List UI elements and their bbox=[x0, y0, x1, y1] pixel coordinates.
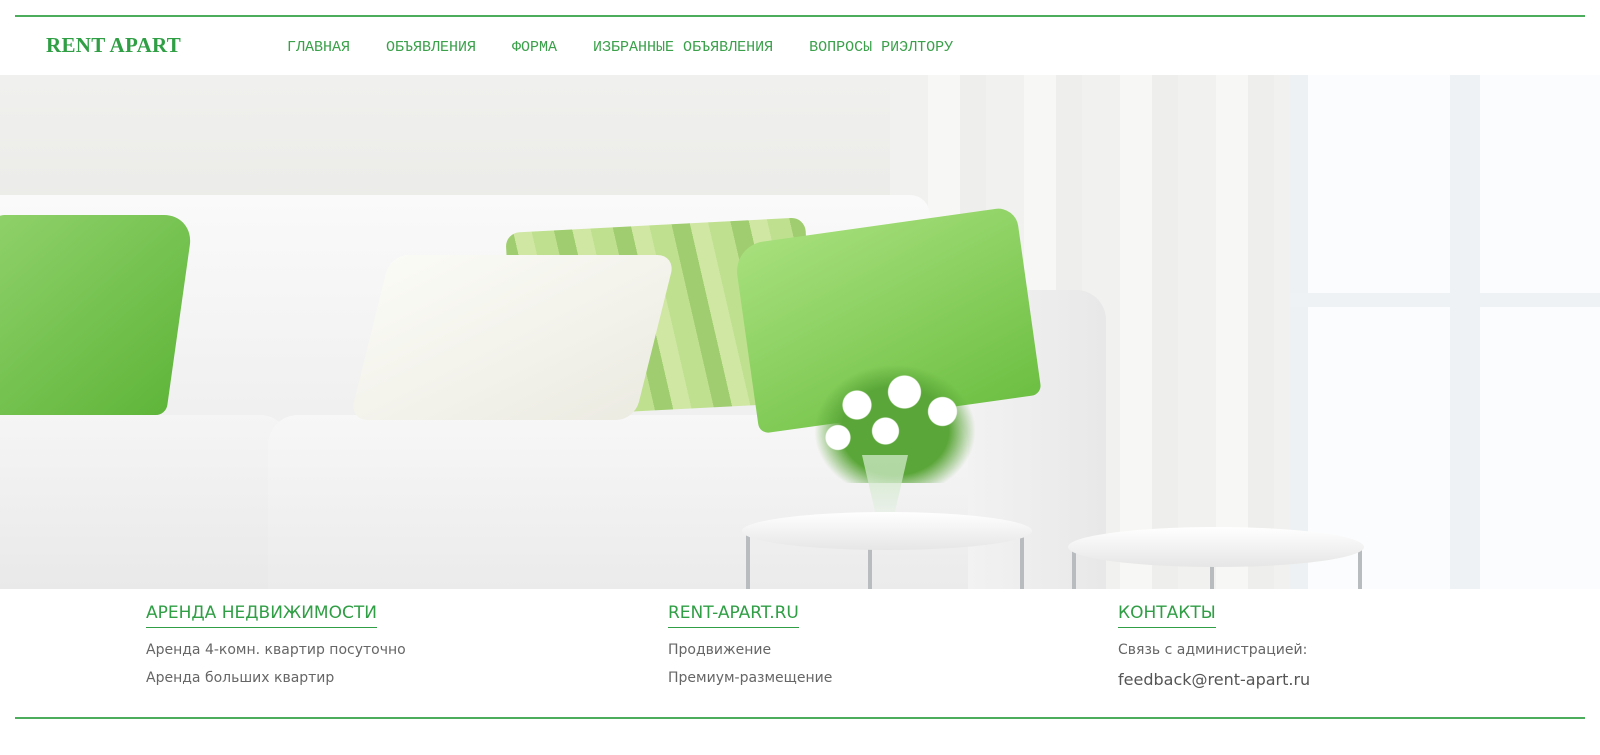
footer-link[interactable]: Премиум-размещение bbox=[668, 670, 832, 686]
table-leg bbox=[1358, 550, 1362, 589]
footer-heading: RENT-APART.RU bbox=[668, 603, 799, 628]
hero-image bbox=[0, 75, 1600, 589]
sofa-seat bbox=[0, 415, 290, 589]
footer-column-site: RENT-APART.RU Продвижение Премиум-размещ… bbox=[668, 603, 832, 686]
table-leg bbox=[868, 545, 872, 589]
nav-home[interactable]: ГЛАВНАЯ bbox=[287, 39, 350, 56]
side-table bbox=[742, 512, 1032, 550]
side-table bbox=[1068, 527, 1364, 567]
main-nav: ГЛАВНАЯ ОБЪЯВЛЕНИЯ ФОРМА ИЗБРАННЫЕ ОБЪЯВ… bbox=[287, 39, 989, 56]
site-logo[interactable]: RENT APART bbox=[46, 33, 181, 58]
nav-realtor-questions[interactable]: ВОПРОСЫ РИЭЛТОРУ bbox=[809, 39, 953, 56]
bottom-divider bbox=[15, 717, 1585, 719]
nav-form[interactable]: ФОРМА bbox=[512, 39, 557, 56]
contact-label: Связь с администрацией: bbox=[1118, 642, 1308, 658]
footer-link[interactable]: Аренда больших квартир bbox=[146, 670, 406, 686]
contact-email[interactable]: feedback@rent-apart.ru bbox=[1118, 670, 1310, 689]
footer-link[interactable]: Аренда 4-комн. квартир посуточно bbox=[146, 642, 406, 658]
window-frame bbox=[1450, 75, 1480, 589]
nav-listings[interactable]: ОБЪЯВЛЕНИЯ bbox=[386, 39, 476, 56]
green-pillow bbox=[0, 215, 195, 415]
table-leg bbox=[1072, 550, 1076, 589]
table-leg bbox=[746, 535, 750, 589]
footer-column-rent: АРЕНДА НЕДВИЖИМОСТИ Аренда 4-комн. кварт… bbox=[146, 603, 406, 686]
table-leg bbox=[1020, 535, 1024, 589]
footer-heading: КОНТАКТЫ bbox=[1118, 603, 1216, 628]
window-frame bbox=[1290, 75, 1308, 589]
nav-favorites[interactable]: ИЗБРАННЫЕ ОБЪЯВЛЕНИЯ bbox=[593, 39, 773, 56]
window-frame bbox=[1290, 293, 1600, 307]
footer-link[interactable]: Продвижение bbox=[668, 642, 832, 658]
hero-window bbox=[1290, 75, 1600, 589]
white-pillow bbox=[349, 255, 676, 420]
footer-column-contacts: КОНТАКТЫ Связь с администрацией: feedbac… bbox=[1118, 603, 1310, 689]
site-footer: АРЕНДА НЕДВИЖИМОСТИ Аренда 4-комн. кварт… bbox=[0, 589, 1600, 717]
footer-heading: АРЕНДА НЕДВИЖИМОСТИ bbox=[146, 603, 377, 628]
site-header: RENT APART ГЛАВНАЯ ОБЪЯВЛЕНИЯ ФОРМА ИЗБР… bbox=[0, 17, 1600, 75]
